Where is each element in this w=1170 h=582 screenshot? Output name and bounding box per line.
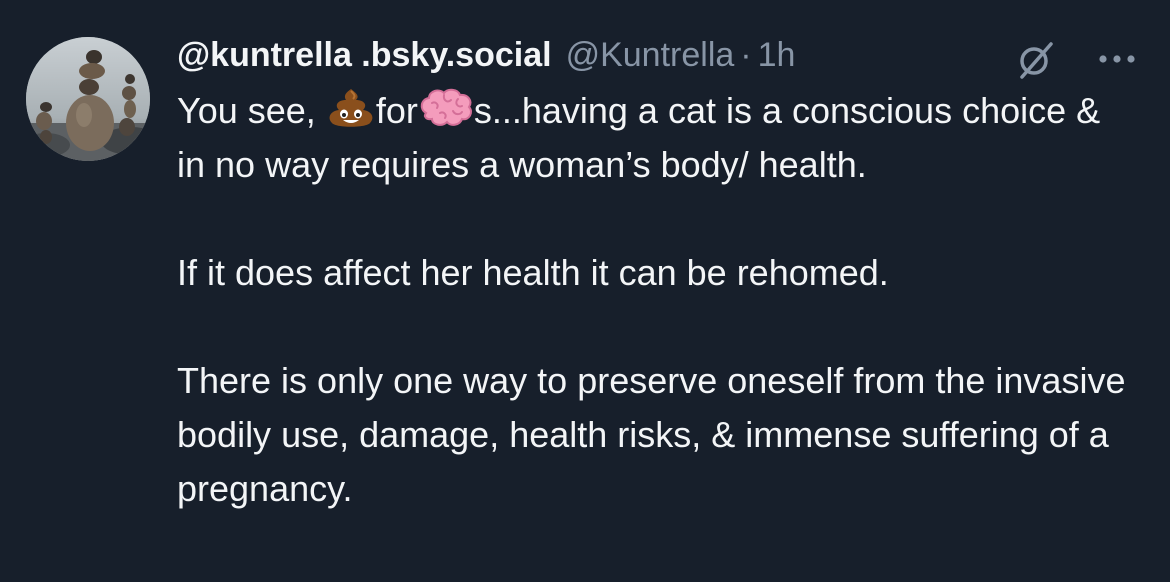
more-options-icon[interactable] [1097, 49, 1141, 69]
slashed-circle-icon[interactable] [1013, 40, 1057, 80]
brain-emoji-icon [418, 87, 474, 129]
text-segment: You see, [177, 90, 326, 131]
avatar[interactable] [26, 37, 150, 161]
stacked-stones-image [26, 37, 150, 161]
post-header: @kuntrella .bsky.social @Kuntrella · 1h [177, 32, 795, 80]
post-paragraph-2: If it does affect her health it can be r… [177, 252, 889, 293]
display-name[interactable]: @kuntrella .bsky.social [177, 32, 552, 78]
separator-dot: · [740, 36, 752, 74]
post-paragraph-3: There is only one way to preserve onesel… [177, 360, 1126, 509]
post-paragraph-1: You see, for s...having a cat is a consc… [177, 84, 1137, 192]
timestamp[interactable]: 1h [758, 32, 796, 78]
user-handle[interactable]: @Kuntrella [566, 32, 735, 78]
post-text: You see, for s...having a cat is a consc… [177, 84, 1137, 516]
text-segment: for [375, 90, 418, 131]
pile-of-poo-emoji-icon [326, 87, 376, 129]
post-card: @kuntrella .bsky.social @Kuntrella · 1h … [0, 0, 1170, 582]
